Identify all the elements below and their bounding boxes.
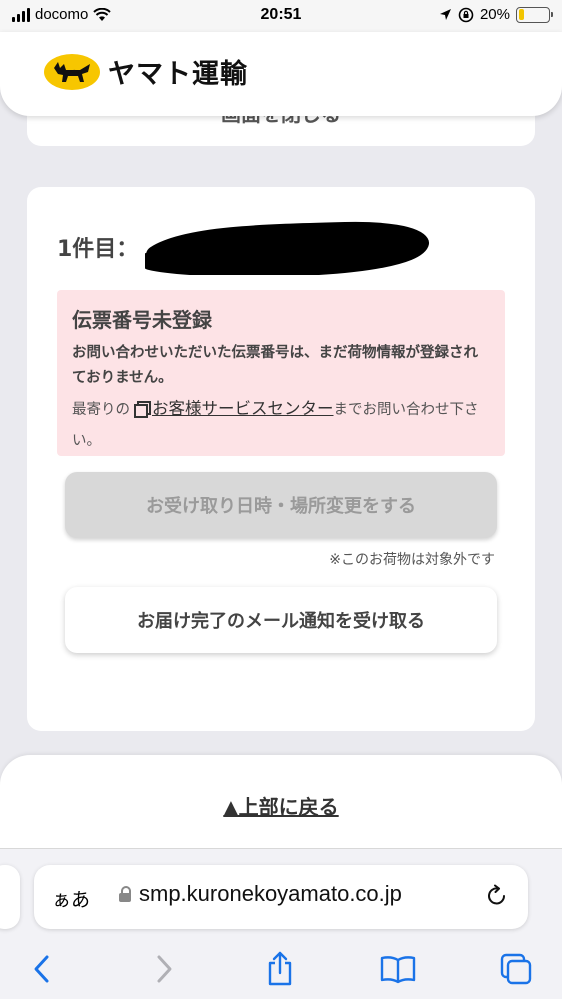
back-to-top-link[interactable]: ▲上部に戻る (0, 791, 562, 820)
customer-service-link[interactable]: お客様サービスセンター (152, 399, 334, 418)
battery-icon (516, 6, 553, 23)
address-bar[interactable]: ぁあ smp.kuronekoyamato.co.jp (34, 865, 528, 929)
alert-title: 伝票番号未登録 (72, 308, 212, 332)
battery-percent: 20% (479, 6, 510, 23)
not-applicable-note: ※このお荷物は対象外です (329, 552, 495, 568)
note-prefix: 最寄りの (72, 402, 130, 418)
location-icon (439, 9, 451, 20)
status-right: 20% (439, 6, 553, 23)
shipment-card: 1件目： 伝票番号未登録 お問い合わせいただいた伝票番号は、まだ荷物情報が登録さ… (27, 187, 535, 731)
change-delivery-button[interactable]: お受け取り日時・場所変更をする (65, 472, 497, 538)
external-link-icon (134, 401, 151, 418)
brand-name: ヤマト運輸 (108, 59, 248, 90)
lock-icon (118, 886, 131, 902)
unregistered-alert: 伝票番号未登録 お問い合わせいただいた伝票番号は、まだ荷物情報が登録されておりま… (57, 290, 505, 456)
status-bar: docomo 20:51 20% (0, 0, 562, 32)
chevron-left-icon (34, 955, 49, 983)
site-header: ヤマト運輸 (0, 32, 562, 116)
rotation-lock-icon (458, 7, 474, 22)
battery-fill (518, 9, 525, 20)
mail-notification-button[interactable]: お届け完了のメール通知を受け取る (65, 587, 497, 653)
previous-tab-preview[interactable] (0, 865, 20, 929)
redaction-scribble (145, 221, 429, 275)
chevron-right-icon (157, 955, 172, 983)
forward-button[interactable] (144, 949, 184, 989)
text-size-button[interactable]: ぁあ (52, 885, 90, 912)
url-display[interactable]: smp.kuronekoyamato.co.jp (118, 881, 402, 907)
back-button[interactable] (22, 949, 62, 989)
black-cat-icon (44, 53, 100, 90)
book-icon (380, 956, 416, 984)
alert-contact-note: 最寄りの お客様サービスセンターまでお問い合わせ下さい。 (72, 393, 490, 457)
url-text: smp.kuronekoyamato.co.jp (139, 881, 402, 906)
share-button[interactable] (260, 949, 300, 989)
yamato-logo[interactable]: ヤマト運輸 (44, 52, 248, 91)
tabs-icon (500, 953, 532, 985)
alert-message: お問い合わせいただいた伝票番号は、まだ荷物情報が登録されておりません。 (72, 345, 478, 386)
tabs-button[interactable] (496, 949, 536, 989)
item-number-label: 1件目： (57, 237, 139, 262)
share-icon (268, 951, 292, 986)
bookmarks-button[interactable] (378, 949, 418, 989)
browser-toolbar (0, 949, 562, 989)
browser-bottom-bar: ぁあ smp.kuronekoyamato.co.jp (0, 848, 562, 999)
reload-icon[interactable] (484, 883, 510, 909)
back-to-top-label: ▲上部に戻る (223, 795, 339, 819)
